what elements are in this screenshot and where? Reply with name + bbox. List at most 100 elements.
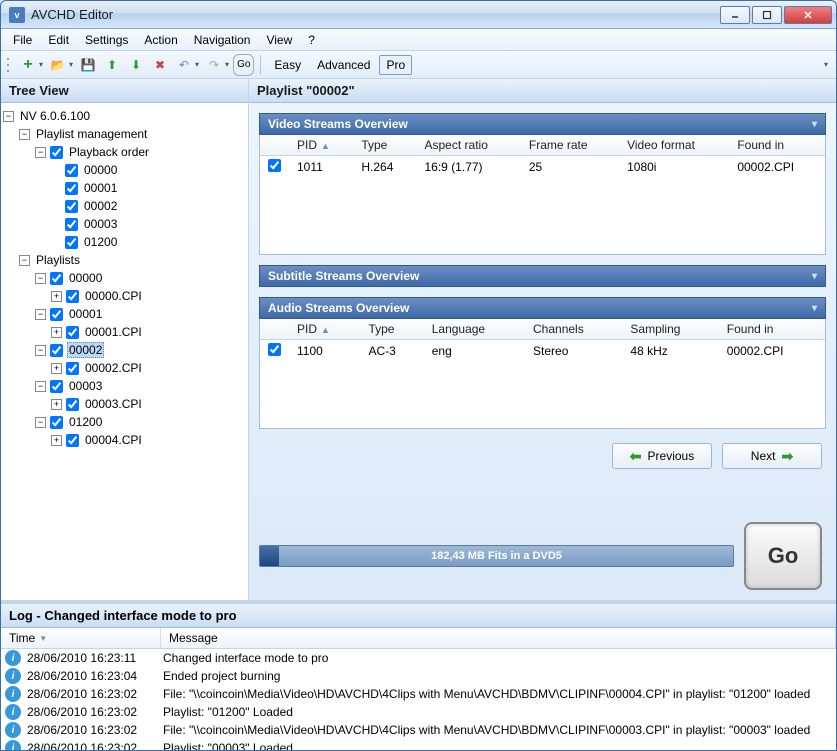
- col-type[interactable]: Type: [360, 319, 423, 340]
- add-icon[interactable]: +: [17, 54, 39, 76]
- tree-node[interactable]: −Playlist management: [3, 125, 246, 143]
- tree-node[interactable]: −01200: [3, 413, 246, 431]
- easy-mode-button[interactable]: Easy: [267, 55, 308, 75]
- log-row[interactable]: i28/06/2010 16:23:02Playlist: "01200" Lo…: [1, 703, 836, 721]
- pro-mode-button[interactable]: Pro: [379, 55, 412, 75]
- menu-navigation[interactable]: Navigation: [186, 31, 259, 49]
- expand-icon[interactable]: +: [51, 291, 62, 302]
- col-pid[interactable]: PID▲: [289, 319, 360, 340]
- tree-label[interactable]: NV 6.0.6.100: [18, 109, 92, 123]
- tree-label[interactable]: Playback order: [67, 145, 151, 159]
- tree-node[interactable]: +00004.CPI: [3, 431, 246, 449]
- collapse-icon[interactable]: −: [35, 147, 46, 158]
- collapse-icon[interactable]: −: [35, 345, 46, 356]
- col-pid[interactable]: PID▲: [289, 135, 353, 156]
- tree-checkbox[interactable]: [65, 200, 78, 213]
- tree-node[interactable]: 00003: [3, 215, 246, 233]
- collapse-icon[interactable]: −: [35, 381, 46, 392]
- col-sampling[interactable]: Sampling: [622, 319, 718, 340]
- tree-checkbox[interactable]: [65, 218, 78, 231]
- col-foundin[interactable]: Found in: [729, 135, 825, 156]
- expand-icon[interactable]: +: [51, 435, 62, 446]
- tree-label[interactable]: 00001.CPI: [83, 325, 144, 339]
- tree-label[interactable]: 00003.CPI: [83, 397, 144, 411]
- log-col-time[interactable]: Time▼: [1, 628, 161, 648]
- expand-icon[interactable]: +: [51, 327, 62, 338]
- tree-node[interactable]: +00000.CPI: [3, 287, 246, 305]
- tree-node[interactable]: 00000: [3, 161, 246, 179]
- tree-checkbox[interactable]: [50, 416, 63, 429]
- tree-node[interactable]: +00002.CPI: [3, 359, 246, 377]
- tree-view[interactable]: −NV 6.0.6.100−Playlist management−Playba…: [1, 103, 248, 600]
- previous-button[interactable]: ⬅Previous: [612, 443, 712, 469]
- col-foundin[interactable]: Found in: [719, 319, 825, 340]
- tree-checkbox[interactable]: [66, 362, 79, 375]
- tree-checkbox[interactable]: [66, 398, 79, 411]
- tree-label[interactable]: 00002: [82, 199, 119, 213]
- close-button[interactable]: [784, 6, 832, 24]
- tree-checkbox[interactable]: [66, 290, 79, 303]
- tree-node[interactable]: − 00003: [3, 377, 246, 395]
- row-checkbox[interactable]: [268, 159, 281, 172]
- tree-label[interactable]: 00001: [82, 181, 119, 195]
- collapse-icon[interactable]: ▾: [812, 303, 817, 314]
- tree-label[interactable]: 01200: [82, 235, 119, 249]
- table-row[interactable]: 1100AC-3engStereo48 kHz00002.CPI: [260, 340, 825, 363]
- col-aspect[interactable]: Aspect ratio: [417, 135, 521, 156]
- tree-node[interactable]: +00003.CPI: [3, 395, 246, 413]
- log-row[interactable]: i28/06/2010 16:23:04Ended project burnin…: [1, 667, 836, 685]
- tree-checkbox[interactable]: [65, 164, 78, 177]
- tree-node[interactable]: +00001.CPI: [3, 323, 246, 341]
- tree-checkbox[interactable]: [65, 236, 78, 249]
- tree-label[interactable]: 00003: [67, 379, 104, 393]
- minimize-button[interactable]: [720, 6, 750, 24]
- tree-label[interactable]: 00002: [67, 342, 104, 358]
- tree-checkbox[interactable]: [66, 434, 79, 447]
- menu-edit[interactable]: Edit: [40, 31, 77, 49]
- tree-checkbox[interactable]: [50, 272, 63, 285]
- tree-label[interactable]: Playlists: [34, 253, 82, 267]
- tree-label[interactable]: 00000.CPI: [83, 289, 144, 303]
- log-row[interactable]: i28/06/2010 16:23:11Changed interface mo…: [1, 649, 836, 667]
- tree-label[interactable]: 00000: [82, 163, 119, 177]
- next-button[interactable]: Next➡: [722, 443, 822, 469]
- toolbar-grip[interactable]: [5, 56, 11, 74]
- col-videoformat[interactable]: Video format: [619, 135, 729, 156]
- go-small-button[interactable]: Go: [233, 54, 254, 76]
- collapse-icon[interactable]: −: [3, 111, 14, 122]
- tree-label[interactable]: 01200: [67, 415, 104, 429]
- menu-settings[interactable]: Settings: [77, 31, 136, 49]
- video-section-header[interactable]: Video Streams Overview▾: [259, 113, 826, 135]
- save-icon[interactable]: 💾: [77, 54, 99, 76]
- log-col-message[interactable]: Message: [161, 628, 836, 648]
- collapse-icon[interactable]: ▾: [812, 271, 817, 282]
- tree-checkbox[interactable]: [50, 308, 63, 321]
- tree-node[interactable]: 00001: [3, 179, 246, 197]
- tree-node[interactable]: −00001: [3, 305, 246, 323]
- menu-view[interactable]: View: [258, 31, 300, 49]
- audio-section-header[interactable]: Audio Streams Overview▾: [259, 297, 826, 319]
- col-type[interactable]: Type: [353, 135, 416, 156]
- tree-label[interactable]: 00003: [82, 217, 119, 231]
- log-row[interactable]: i28/06/2010 16:23:02Playlist: "00003" Lo…: [1, 739, 836, 750]
- down-arrow-icon[interactable]: ⬇: [125, 54, 147, 76]
- expand-icon[interactable]: +: [51, 363, 62, 374]
- log-body[interactable]: i28/06/2010 16:23:11Changed interface mo…: [1, 649, 836, 750]
- tree-checkbox[interactable]: [50, 344, 63, 357]
- col-framerate[interactable]: Frame rate: [521, 135, 619, 156]
- up-arrow-icon[interactable]: ⬆: [101, 54, 123, 76]
- menu-file[interactable]: File: [5, 31, 40, 49]
- tree-node[interactable]: −Playlists: [3, 251, 246, 269]
- row-checkbox[interactable]: [268, 343, 281, 356]
- expand-icon[interactable]: +: [51, 399, 62, 410]
- subtitle-section-header[interactable]: Subtitle Streams Overview▾: [259, 265, 826, 287]
- toolbar-overflow-icon[interactable]: ▾: [824, 60, 828, 69]
- delete-icon[interactable]: ✖: [149, 54, 171, 76]
- tree-node[interactable]: 01200: [3, 233, 246, 251]
- table-row[interactable]: 1011H.26416:9 (1.77)251080i00002.CPI: [260, 156, 825, 179]
- collapse-icon[interactable]: ▾: [812, 119, 817, 130]
- col-language[interactable]: Language: [424, 319, 525, 340]
- collapse-icon[interactable]: −: [19, 255, 30, 266]
- tree-label[interactable]: Playlist management: [34, 127, 149, 141]
- redo-icon[interactable]: ↷: [203, 54, 225, 76]
